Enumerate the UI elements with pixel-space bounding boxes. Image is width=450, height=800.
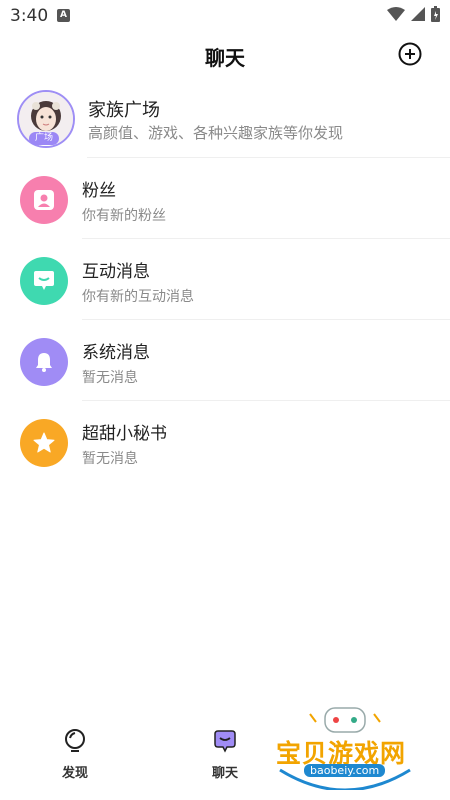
list-item-family-square[interactable]: 广场 家族广场 高颜值、游戏、各种兴趣家族等你发现: [0, 80, 450, 158]
list-item-fans[interactable]: 粉丝 你有新的粉丝: [0, 158, 450, 239]
item-title: 互动消息: [82, 262, 150, 282]
bell-icon: [20, 338, 68, 386]
status-icons: [387, 6, 440, 22]
star-icon: [20, 419, 68, 467]
list-item-secretary[interactable]: 超甜小秘书 暂无消息: [0, 401, 450, 482]
item-subtitle: 你有新的粉丝: [82, 208, 166, 224]
avatar-badge: 广场: [29, 132, 59, 145]
notification-icon: A: [57, 9, 70, 22]
header: 聊天: [0, 32, 450, 76]
add-icon[interactable]: [398, 42, 422, 66]
item-title: 家族广场: [88, 100, 160, 121]
person-icon: [20, 176, 68, 224]
signal-icon: [411, 7, 425, 21]
bulb-icon: [65, 729, 85, 752]
list-item-interaction[interactable]: 互动消息 你有新的互动消息: [0, 239, 450, 320]
watermark: 宝贝游戏网 baobeiy.com: [270, 700, 420, 792]
item-subtitle: 高颜值、游戏、各种兴趣家族等你发现: [88, 124, 344, 142]
watermark-url: baobeiy.com: [304, 764, 386, 777]
status-bar: 3:40 A: [0, 0, 450, 32]
battery-icon: [431, 6, 440, 22]
page-title: 聊天: [205, 46, 245, 70]
chat-list: 广场 家族广场 高颜值、游戏、各种兴趣家族等你发现 粉丝 你有新的粉丝 互动消息…: [0, 80, 450, 482]
item-subtitle: 你有新的互动消息: [82, 289, 194, 305]
chat-icon: [214, 730, 236, 753]
item-title: 粉丝: [82, 181, 116, 201]
nav-item-chat[interactable]: 聊天: [195, 728, 255, 781]
list-item-system[interactable]: 系统消息 暂无消息: [0, 320, 450, 401]
nav-label: 聊天: [211, 766, 238, 781]
wifi-icon: [387, 7, 405, 21]
status-time: 3:40: [10, 6, 49, 26]
item-title: 系统消息: [82, 343, 150, 363]
chat-bubble-icon: [20, 257, 68, 305]
item-subtitle: 暂无消息: [82, 370, 138, 386]
nav-item-discover[interactable]: 发现: [45, 728, 105, 781]
item-title: 超甜小秘书: [82, 424, 167, 444]
nav-label: 发现: [61, 766, 88, 781]
item-subtitle: 暂无消息: [82, 451, 138, 467]
